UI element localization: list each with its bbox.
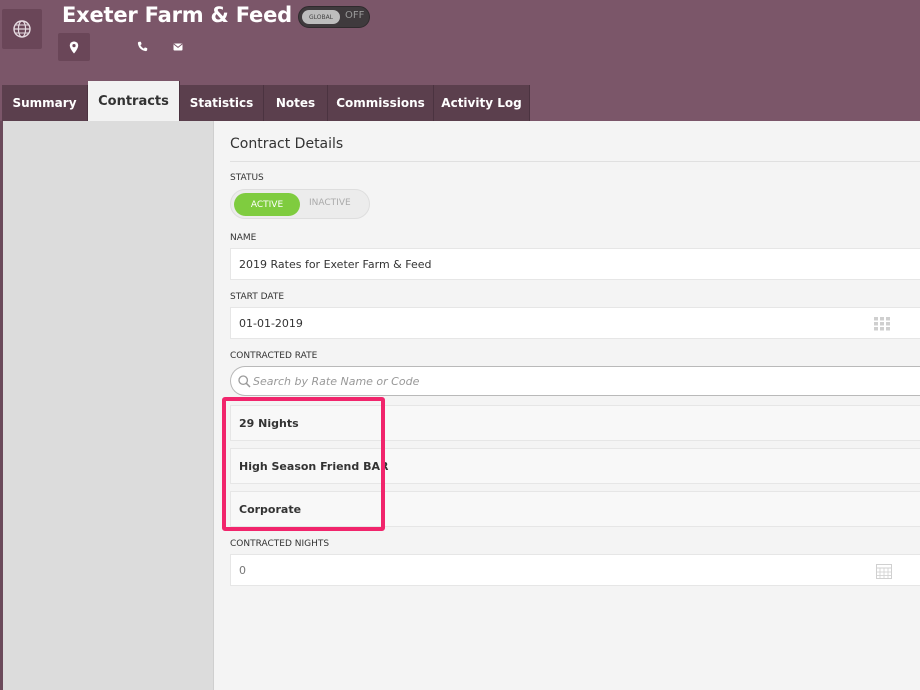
page-title: Exeter Farm & Feed xyxy=(62,3,292,27)
globe-button[interactable] xyxy=(2,9,42,49)
name-label: NAME xyxy=(230,233,257,243)
status-label: STATUS xyxy=(230,173,264,183)
tab-commissions[interactable]: Commissions xyxy=(328,85,434,121)
tab-summary[interactable]: Summary xyxy=(2,85,88,121)
name-field[interactable]: 2019 Rates for Exeter Farm & Feed xyxy=(230,248,920,280)
rate-result-label: 29 Nights xyxy=(239,416,299,430)
phone-icon[interactable] xyxy=(137,41,148,52)
global-toggle-state: OFF xyxy=(345,10,365,21)
section-title: Contract Details xyxy=(230,136,344,152)
contracted-nights-field[interactable]: 0 xyxy=(230,554,920,586)
rate-result-item[interactable]: High Season Friend BAR xyxy=(230,448,920,484)
rate-result-item[interactable]: 29 Nights xyxy=(230,405,920,441)
contracted-nights-label: CONTRACTED NIGHTS xyxy=(230,539,330,549)
calendar-icon[interactable] xyxy=(876,563,892,579)
mail-icon[interactable] xyxy=(173,43,183,51)
rate-search[interactable] xyxy=(230,366,920,396)
contracted-nights-value: 0 xyxy=(239,563,246,577)
globe-icon xyxy=(13,20,31,38)
tab-notes[interactable]: Notes xyxy=(264,85,328,121)
name-value: 2019 Rates for Exeter Farm & Feed xyxy=(239,257,432,271)
start-date-field[interactable]: 01-01-2019 xyxy=(230,307,920,339)
tab-bar: Summary Contracts Statistics Notes Commi… xyxy=(2,81,530,121)
rate-result-item[interactable]: Corporate xyxy=(230,491,920,527)
status-active-option[interactable]: ACTIVE xyxy=(234,193,300,216)
contract-details-panel: Contract Details STATUS ACTIVE INACTIVE … xyxy=(214,121,920,690)
status-inactive-option[interactable]: INACTIVE xyxy=(309,198,351,208)
tab-activity-log[interactable]: Activity Log xyxy=(434,85,530,121)
left-sidebar xyxy=(0,121,214,690)
contracted-rate-label: CONTRACTED RATE xyxy=(230,351,318,361)
rate-result-label: High Season Friend BAR xyxy=(239,459,389,473)
global-toggle[interactable]: GLOBAL OFF xyxy=(298,6,370,28)
location-button[interactable] xyxy=(58,33,90,61)
status-toggle[interactable]: ACTIVE INACTIVE xyxy=(230,189,370,219)
calendar-grid-icon[interactable] xyxy=(874,317,890,331)
start-date-value: 01-01-2019 xyxy=(239,316,303,330)
map-pin-icon xyxy=(69,41,79,53)
global-toggle-pill: GLOBAL xyxy=(302,10,340,24)
tab-statistics[interactable]: Statistics xyxy=(180,85,264,121)
rate-search-input[interactable] xyxy=(253,372,853,390)
tab-contracts[interactable]: Contracts xyxy=(88,81,180,121)
search-icon xyxy=(238,375,251,388)
section-divider xyxy=(230,161,920,162)
rate-result-label: Corporate xyxy=(239,502,302,516)
start-date-label: START DATE xyxy=(230,292,285,302)
